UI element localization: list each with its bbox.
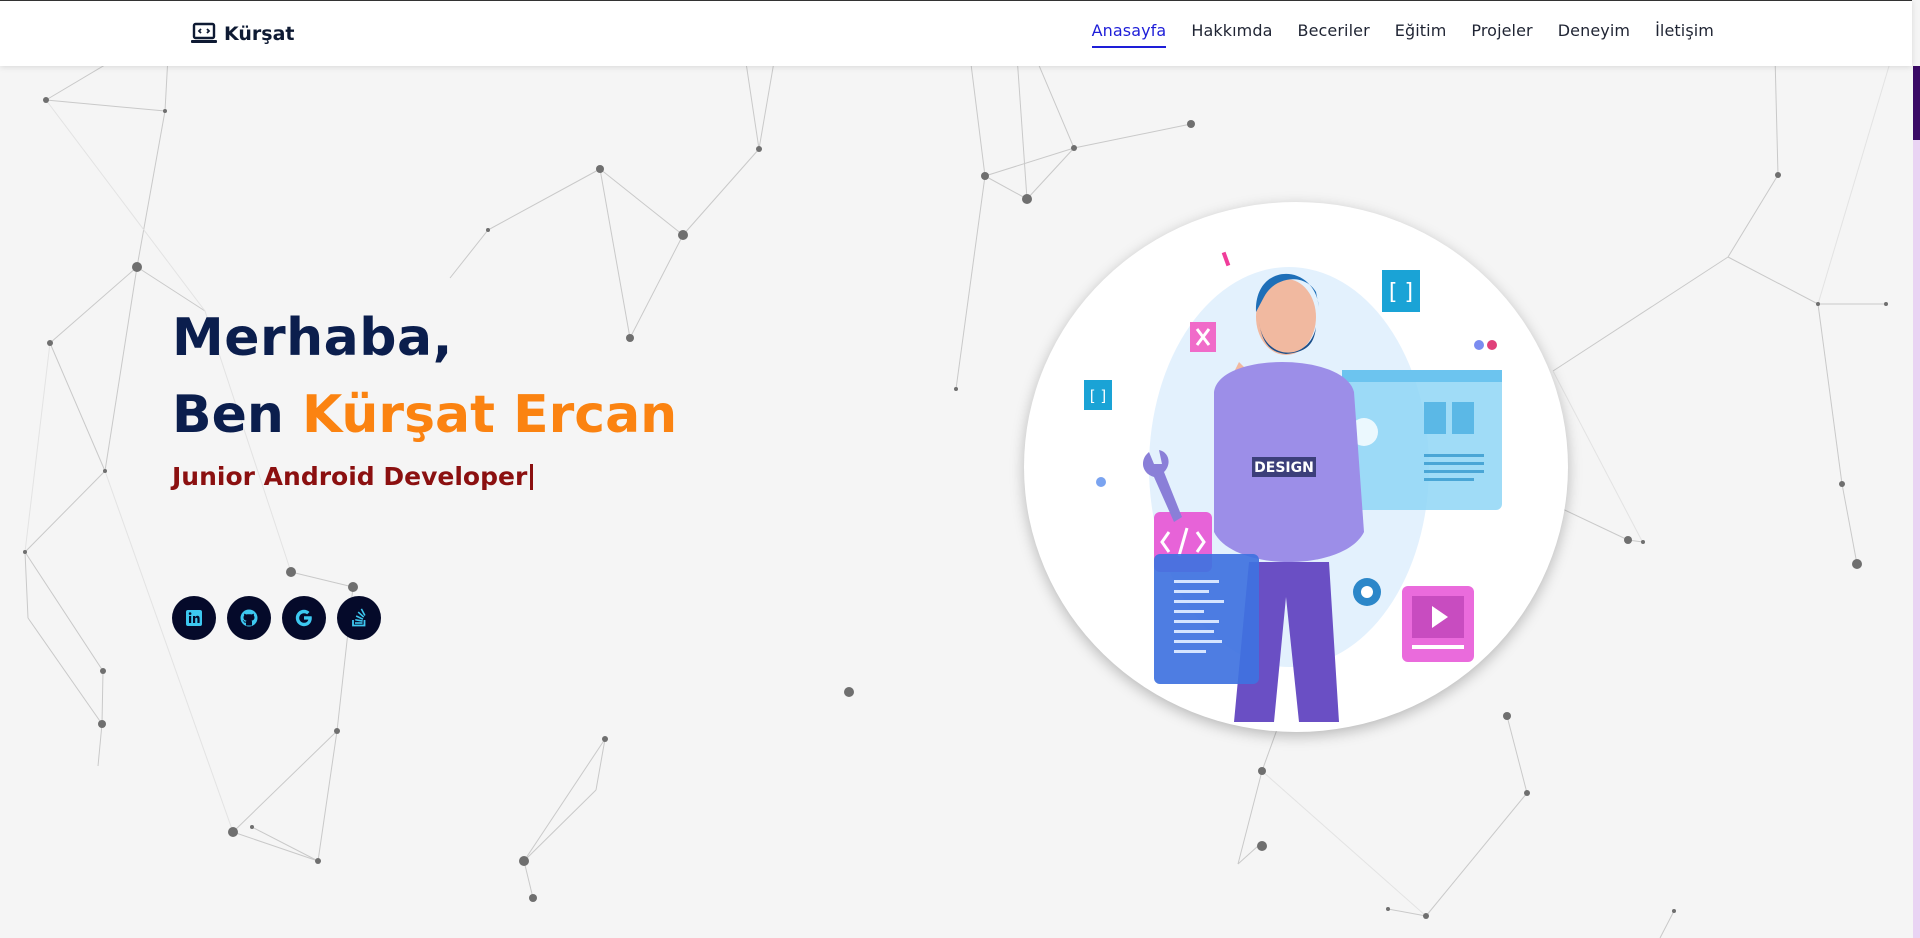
- design-badge-text: DESIGN: [1254, 460, 1314, 476]
- hero-name-prefix: Ben: [172, 385, 284, 445]
- main-nav: Anasayfa Hakkımda Beceriler Eğitim Proje…: [1091, 21, 1714, 48]
- github-icon: [240, 609, 258, 627]
- hero-name: Kürşat Ercan: [302, 385, 678, 445]
- nav-item-projeler[interactable]: Projeler: [1471, 21, 1532, 48]
- hero-section: Merhaba, Ben Kürşat Ercan Junior Android…: [172, 300, 677, 491]
- hero-role: Junior Android Developer: [172, 462, 677, 491]
- svg-text:[ ]: [ ]: [1389, 280, 1413, 305]
- nav-item-hakkimda[interactable]: Hakkımda: [1191, 21, 1272, 48]
- top-navbar: Kürşat Anasayfa Hakkımda Beceriler Eğiti…: [0, 0, 1912, 66]
- nav-item-deneyim[interactable]: Deneyim: [1558, 21, 1630, 48]
- google-icon: [295, 609, 312, 627]
- stackoverflow-icon: [352, 608, 366, 627]
- nav-item-egitim[interactable]: Eğitim: [1395, 21, 1447, 48]
- brand-logo[interactable]: Kürşat: [190, 21, 295, 47]
- linkedin-icon: [186, 610, 202, 626]
- developer-illustration: DESIGN [ ] [ ]: [1084, 251, 1502, 722]
- github-button[interactable]: [227, 596, 271, 640]
- brand-name: Kürşat: [224, 23, 295, 45]
- particle-network-background: [23, 66, 1890, 938]
- linkedin-button[interactable]: [172, 596, 216, 640]
- scrollbar-thumb[interactable]: [1913, 66, 1920, 140]
- typing-cursor: [530, 463, 534, 490]
- social-links: [172, 596, 381, 640]
- hero-illustration: DESIGN [ ] [ ]: [1024, 202, 1568, 732]
- hero-name-line: Ben Kürşat Ercan: [172, 377, 677, 454]
- nav-item-anasayfa[interactable]: Anasayfa: [1091, 21, 1167, 48]
- svg-text:[ ]: [ ]: [1090, 387, 1106, 405]
- laptop-code-icon: [191, 22, 217, 43]
- nav-item-iletisim[interactable]: İletişim: [1655, 21, 1714, 48]
- stackoverflow-button[interactable]: [337, 596, 381, 640]
- hero-role-text: Junior Android Developer: [172, 462, 528, 491]
- scrollbar-track[interactable]: [1913, 66, 1920, 938]
- google-button[interactable]: [282, 596, 326, 640]
- nav-item-beceriler[interactable]: Beceriler: [1298, 21, 1370, 48]
- hero-greeting: Merhaba,: [172, 308, 453, 368]
